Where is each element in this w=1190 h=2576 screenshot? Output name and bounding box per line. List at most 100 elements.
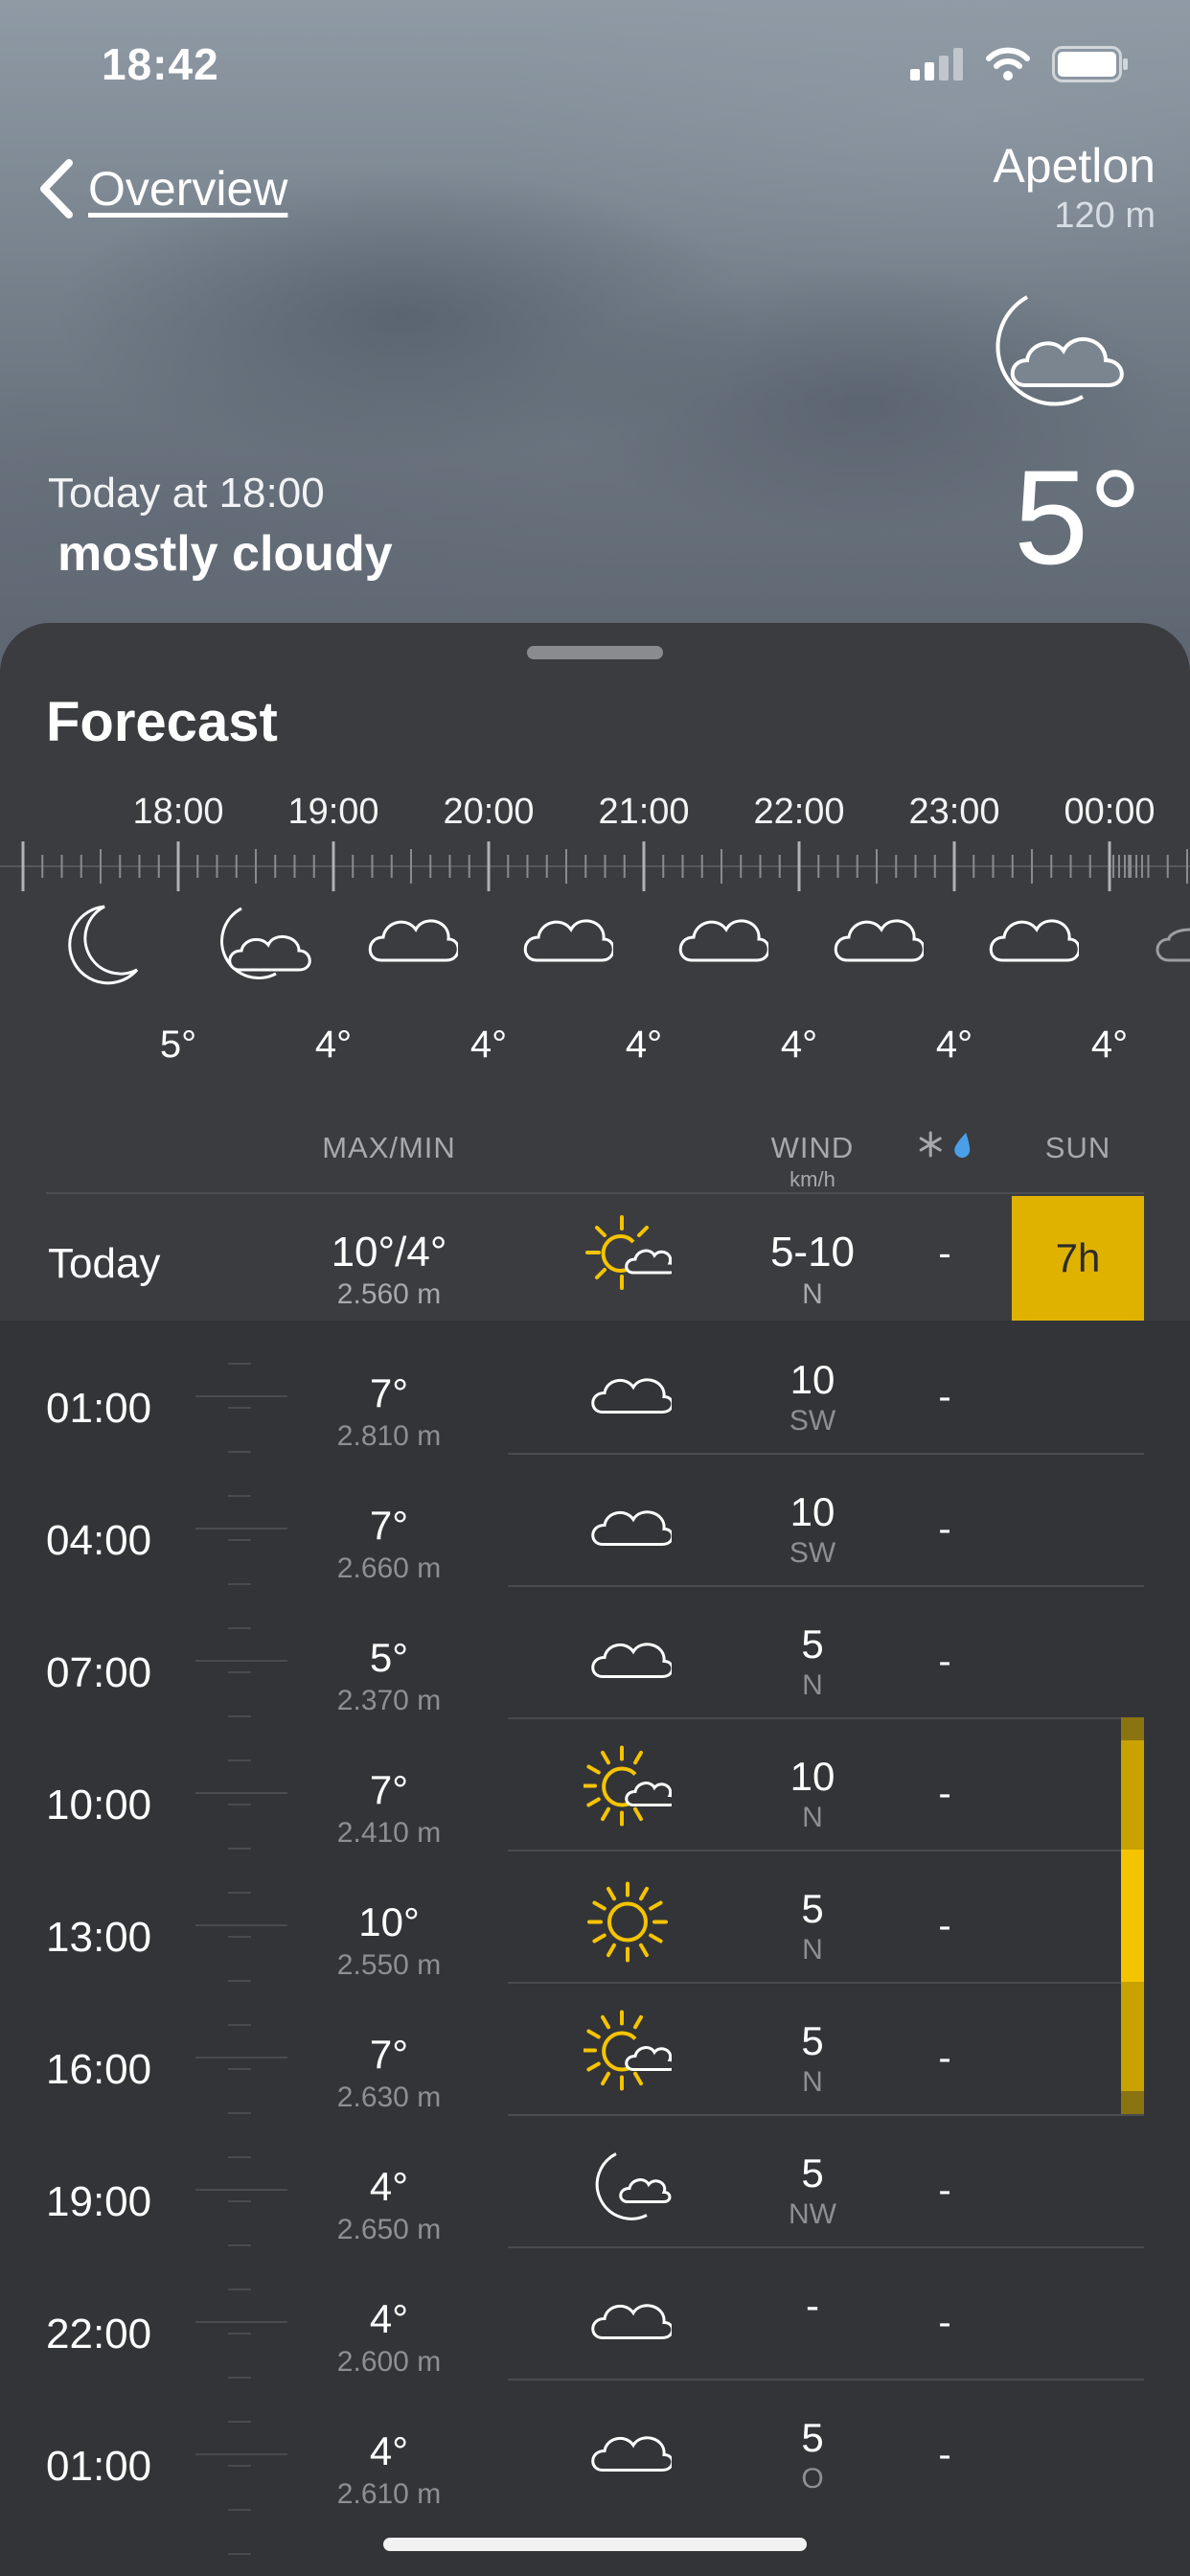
time-axis-tick — [228, 1715, 251, 1717]
detail-temp: 4° — [369, 2428, 409, 2473]
cloud-icon — [523, 919, 613, 962]
time-axis-tick — [228, 2288, 251, 2290]
detail-snowline: 2.630 m — [336, 2082, 442, 2113]
detail-wind-direction: N — [802, 1669, 823, 1701]
detail-wind: 5 — [801, 2150, 824, 2196]
detail-time-label: 19:00 — [46, 2178, 152, 2225]
row-divider — [508, 1585, 1144, 1587]
hourly-labels[interactable]: 18:00 19:00 20:00 21:00 22:00 23:00 00:0… — [0, 792, 1190, 840]
detail-row-icon — [582, 2010, 677, 2104]
time-axis-tick — [228, 1980, 251, 1982]
status-time: 18:42 — [102, 39, 219, 89]
cloud-icon — [678, 919, 768, 962]
detail-wind: 5 — [801, 2415, 824, 2460]
detail-wind-direction: SW — [789, 1405, 836, 1437]
sun-icon — [587, 1881, 668, 1963]
header-background: 18:42 Overview Apetlon 120 m Today at 18… — [0, 0, 1190, 671]
back-button[interactable]: Overview — [34, 155, 287, 222]
time-axis-line — [195, 1528, 287, 1530]
detail-precipitation: - — [938, 1772, 951, 1815]
current-condition: mostly cloudy — [57, 526, 393, 582]
time-axis-tick — [228, 1892, 251, 1894]
time-axis-line — [195, 1924, 287, 1926]
sunshine-bar — [1121, 1850, 1144, 1982]
detail-row-icon — [584, 1497, 675, 1559]
detail-precipitation: - — [938, 2301, 951, 2344]
detail-wind-direction: O — [801, 2463, 824, 2495]
detail-snowline: 2.410 m — [336, 1817, 442, 1849]
detail-section[interactable]: 01:00 04:00 07:00 10:00 13:00 16:00 19:00 22:00… — [0, 1321, 1190, 2576]
sheet-grabber[interactable] — [527, 646, 663, 659]
time-axis-tick — [228, 2377, 251, 2379]
hour-temp: 4° — [469, 1024, 508, 1066]
row-divider — [508, 1717, 1144, 1719]
cloud-icon — [591, 2436, 675, 2472]
time-axis-tick — [228, 2333, 251, 2334]
detail-precipitation: - — [938, 2036, 951, 2080]
time-axis-tick — [228, 2024, 251, 2026]
time-axis-tick — [228, 1671, 251, 1673]
time-axis-tick — [228, 2068, 251, 2070]
detail-wind-direction: N — [802, 2066, 823, 2098]
snowflake-icon — [919, 1131, 942, 1158]
detail-snowline: 2.650 m — [336, 2214, 442, 2245]
moon-cloud-icon — [595, 2152, 672, 2220]
detail-row-icon — [584, 1365, 675, 1427]
hour-temp: 4° — [780, 1024, 818, 1066]
time-axis-tick — [228, 1539, 251, 1541]
detail-time-label: 22:00 — [46, 2311, 152, 2358]
detail-snowline: 2.810 m — [336, 1420, 442, 1452]
time-axis-tick — [228, 1804, 251, 1806]
detail-time-label: 04:00 — [46, 1517, 152, 1564]
detail-time-label: 07:00 — [46, 1649, 152, 1696]
hour-label: 20:00 — [443, 792, 535, 832]
time-axis-tick — [228, 1407, 251, 1409]
row-divider — [508, 1982, 1144, 1984]
wifi-icon — [986, 47, 1030, 80]
time-axis-tick — [228, 2244, 251, 2246]
detail-temp: 7° — [369, 1370, 409, 1415]
hour-label: 18:00 — [132, 792, 224, 832]
raindrop-icon — [953, 1133, 970, 1158]
row-divider — [508, 1453, 1144, 1455]
time-ruler[interactable] — [0, 841, 1190, 891]
time-axis-line — [195, 2057, 287, 2058]
detail-time-label: 10:00 — [46, 1782, 152, 1828]
hourly-temperatures: 5° 4° 4° 4° 4° 4° 4° — [0, 1024, 1190, 1071]
wind-column-header: WIND km/h — [771, 1131, 855, 1192]
detail-row-icon — [584, 1629, 675, 1691]
maxmin-column-header: MAX/MIN — [322, 1131, 456, 1164]
time-axis-tick — [228, 1760, 251, 1761]
hour-label: 23:00 — [908, 792, 1000, 832]
sunshine-bar-edge — [1121, 2091, 1144, 2114]
cloud-icon — [591, 1378, 675, 1414]
home-indicator[interactable] — [383, 2538, 807, 2551]
today-wind-direction: N — [802, 1278, 823, 1310]
row-divider — [508, 2246, 1144, 2248]
time-axis-tick — [228, 1848, 251, 1850]
current-time-label: Today at 18:00 — [48, 470, 325, 517]
detail-temp: 5° — [369, 1635, 409, 1680]
cloud-icon — [834, 919, 924, 962]
time-axis-line — [195, 2321, 287, 2323]
moon-icon — [68, 905, 139, 985]
precip-column-header — [918, 1131, 972, 1165]
cloud-icon — [591, 1510, 675, 1546]
time-axis-tick — [228, 2553, 251, 2555]
detail-wind-direction: N — [802, 1934, 823, 1966]
sun-column-header: SUN — [1044, 1131, 1111, 1164]
wind-unit-label: km/h — [790, 1167, 835, 1191]
current-temperature: 5° — [1014, 442, 1142, 592]
today-row[interactable]: Today 10°/4° 2.560 m 5-10 N - 7h — [0, 1194, 1190, 1321]
battery-icon — [1052, 46, 1128, 82]
today-label: Today — [48, 1240, 161, 1287]
row-divider — [508, 2114, 1144, 2116]
forecast-sheet[interactable]: Forecast 18:00 19:00 20:00 21:00 22:00 2… — [0, 623, 1190, 2576]
time-axis-tick — [228, 2421, 251, 2423]
time-axis-tick — [228, 1451, 251, 1453]
detail-wind-direction: NW — [789, 2198, 836, 2230]
hour-label: 21:00 — [598, 792, 690, 832]
detail-wind-direction: N — [802, 1802, 823, 1833]
detail-precipitation: - — [938, 1640, 951, 1683]
forecast-title: Forecast — [46, 691, 278, 753]
